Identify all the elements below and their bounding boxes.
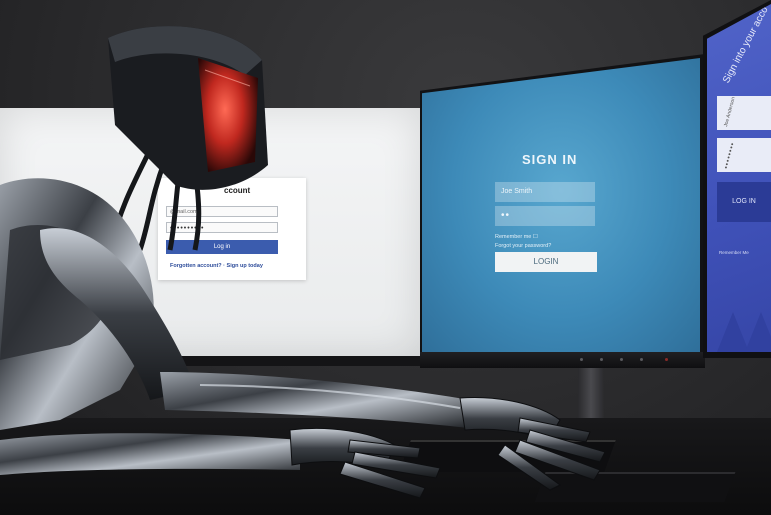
left-password-field[interactable]: •••••••••• [166,222,278,233]
bezel-button [580,358,583,361]
right-username-value: Joe Anderson [723,96,737,128]
left-login-title: ccount [224,186,251,195]
right-password-mask: •••••••• [723,141,737,170]
bezel-button [620,358,623,361]
scene: ccount @mail.com •••••••••• Log in Forgo… [0,0,771,515]
left-email-field[interactable]: @mail.com [166,206,278,217]
right-remember-label[interactable]: Remember Me [719,250,749,255]
decor-triangle [745,312,771,352]
center-password-field[interactable]: •• [495,206,595,226]
right-login-button[interactable]: LOG IN [717,182,771,222]
center-screen: SIGN IN Joe Smith •• Remember me ☐ Forgo… [422,58,700,352]
center-monitor-bezel [420,352,705,368]
right-username-field[interactable]: Joe Anderson [717,96,771,130]
center-login-button[interactable]: LOGIN [495,252,597,272]
left-monitor: ccount @mail.com •••••••••• Log in Forgo… [0,108,423,366]
keyboard [534,472,736,502]
left-login-button[interactable]: Log in [166,240,278,254]
center-remember-checkbox[interactable]: Remember me ☐ [495,234,538,240]
keyboard [399,440,616,472]
center-signin-title: SIGN IN [522,152,578,167]
power-led [665,358,668,361]
right-screen: Sign into your acco Joe Anderson •••••••… [707,4,771,352]
left-login-card: ccount @mail.com •••••••••• Log in Forgo… [158,178,306,280]
left-footer-link[interactable]: Forgotten account? · Sign up today [170,263,263,269]
bezel-button [640,358,643,361]
center-username-field[interactable]: Joe Smith [495,182,595,202]
center-forgot-link[interactable]: Forgot your password? [495,243,551,249]
bezel-button [600,358,603,361]
right-password-field[interactable]: •••••••• [717,138,771,172]
